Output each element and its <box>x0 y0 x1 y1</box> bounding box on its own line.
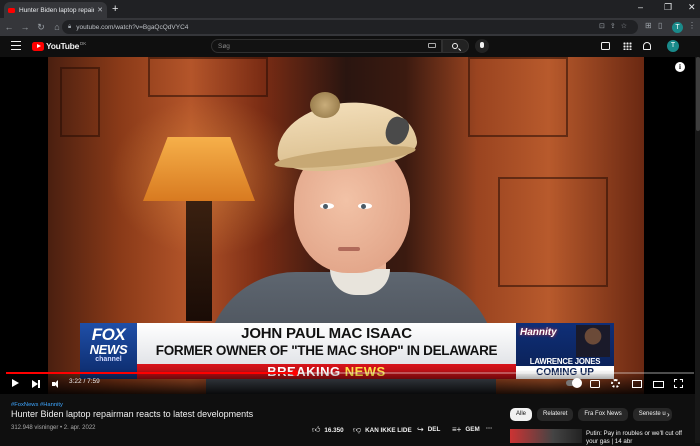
chip-recent[interactable]: Seneste u <box>632 408 672 421</box>
search-button[interactable] <box>442 39 469 53</box>
person-eye <box>358 203 372 209</box>
chip-all[interactable]: Alle <box>510 408 533 421</box>
wall-panel <box>498 177 608 287</box>
scrubber-handle[interactable] <box>291 370 298 376</box>
lamp-base <box>186 201 212 321</box>
country-code: DK <box>80 40 87 46</box>
show-host: LAWRENCE JONES <box>529 357 601 366</box>
voice-search-mic-icon[interactable] <box>475 39 489 53</box>
wall-panel <box>468 57 568 137</box>
view-count-date: 312.948 visninger • 2. apr. 2022 <box>11 425 96 431</box>
dislike-button[interactable]: 👎︎ KAN IKKE LIDE <box>353 425 412 435</box>
browser-tab[interactable]: Hunter Biden laptop repairman r ✕ <box>4 2 107 18</box>
close-window-button[interactable]: ✕ <box>688 2 696 13</box>
volume-icon[interactable] <box>52 379 62 389</box>
youtube-play-logo-icon <box>32 41 44 51</box>
chip-related[interactable]: Relateret <box>537 408 574 421</box>
forward-arrow-icon[interactable]: → <box>18 22 32 32</box>
video-player[interactable]: FOX NEWS channel JOHN PAUL MAC ISAAC FOR… <box>0 57 700 394</box>
extensions-icon[interactable]: ⊞ <box>645 21 652 30</box>
more-actions-button[interactable]: ··· <box>486 425 492 432</box>
share-label: DEL <box>427 426 441 433</box>
progress-bar[interactable] <box>6 370 694 376</box>
minimize-button[interactable]: – <box>638 2 643 12</box>
scrollbar-thumb[interactable] <box>695 57 700 131</box>
page-scrollbar[interactable] <box>695 57 700 443</box>
logo-line-1: FOX <box>91 325 126 344</box>
youtube-favicon-icon <box>8 7 15 13</box>
person-eye <box>320 203 334 209</box>
close-tab-icon[interactable]: ✕ <box>97 6 103 14</box>
autoplay-toggle[interactable] <box>566 378 582 388</box>
lock-icon[interactable]: 🔒︎ <box>68 24 71 31</box>
progress-fill <box>6 372 295 374</box>
maximize-button[interactable]: ❐ <box>664 2 672 13</box>
apps-grid-icon[interactable] <box>623 42 632 50</box>
chyron-description: FORMER OWNER OF "THE MAC SHOP" IN DELAWA… <box>155 343 498 358</box>
info-icon[interactable]: i <box>675 62 685 72</box>
like-button[interactable]: 👍︎ 16.350 <box>312 425 344 435</box>
hat-pompom <box>310 92 340 118</box>
thumbs-down-icon: 👎︎ <box>353 425 362 434</box>
reload-icon[interactable]: ↻ <box>34 22 48 33</box>
address-bar[interactable]: 🔒︎ youtube.com/watch?v=BgaQcQdVYC4 ⊡⇪☆ <box>62 20 638 34</box>
save-button[interactable]: ≡+ GEM <box>452 425 480 434</box>
chevron-right-icon[interactable]: › <box>667 410 670 419</box>
notifications-bell-icon[interactable] <box>643 42 651 50</box>
share-icon: ↪ <box>417 425 424 434</box>
youtube-wordmark: YouTube <box>46 41 79 51</box>
youtube-logo[interactable]: YouTube DK <box>32 41 86 51</box>
filter-chips: Alle Relateret Fra Fox News Seneste u <box>510 408 672 421</box>
address-bar-actions[interactable]: ⊡⇪☆ <box>599 22 632 30</box>
new-tab-button[interactable]: + <box>112 3 118 15</box>
play-icon[interactable] <box>12 379 19 387</box>
miniplayer-icon[interactable] <box>632 380 642 388</box>
browser-tabstrip: Hunter Biden laptop repairman r ✕ + – ❐ … <box>0 0 700 18</box>
time-display: 3:22 / 7:59 <box>69 378 100 385</box>
search-placeholder: Søg <box>218 42 230 50</box>
theater-mode-icon[interactable] <box>653 381 664 388</box>
person-mouth <box>338 247 360 251</box>
hashtags[interactable]: #FoxNews #Hannity <box>11 402 63 408</box>
wall-panel <box>60 67 100 137</box>
search-icon <box>452 42 458 49</box>
back-arrow-icon[interactable]: ← <box>2 22 16 32</box>
logo-line-2: NEWS <box>89 342 128 357</box>
subtitles-icon[interactable] <box>590 380 600 388</box>
chyron-name: JOHN PAUL MAC ISAAC <box>241 325 412 342</box>
dislike-label: KAN IKKE LIDE <box>365 426 412 434</box>
youtube-masthead: YouTube DK Søg T <box>0 36 700 57</box>
menu-icon[interactable] <box>11 41 21 52</box>
show-brand: Hannity <box>520 327 557 338</box>
settings-gear-icon[interactable] <box>611 379 620 388</box>
recommended-thumbnail[interactable] <box>510 429 582 443</box>
save-label: GEM <box>465 426 480 433</box>
recommended-title[interactable]: Putin: Pay in roubles or we'll cut off y… <box>586 430 691 446</box>
keyboard-icon[interactable] <box>428 43 436 48</box>
logo-line-3: channel <box>95 356 122 363</box>
like-count: 16.350 <box>324 426 344 434</box>
browser-profile-avatar[interactable]: T <box>672 22 683 33</box>
browser-menu-icon[interactable]: ⋮ <box>688 21 696 30</box>
chip-from-fox-news[interactable]: Fra Fox News <box>578 408 628 421</box>
thumbs-up-icon: 👍︎ <box>312 425 321 434</box>
host-photo <box>576 325 610 357</box>
more-label: ··· <box>486 425 493 432</box>
share-button[interactable]: ↪ DEL <box>417 425 440 434</box>
wall-panel <box>148 57 268 97</box>
url-text: youtube.com/watch?v=BgaQcQdVYC4 <box>76 23 189 31</box>
next-icon[interactable] <box>32 379 41 389</box>
account-avatar[interactable]: T <box>667 40 679 52</box>
sidepanel-icon[interactable]: ▯ <box>658 21 662 30</box>
save-playlist-icon: ≡+ <box>452 425 462 434</box>
chyron-text-box: JOHN PAUL MAC ISAAC FORMER OWNER OF "THE… <box>137 323 516 364</box>
browser-toolbar: ← → ↻ ⌂ 🔒︎ youtube.com/watch?v=BgaQcQdVY… <box>0 18 700 36</box>
search-input[interactable]: Søg <box>211 39 442 53</box>
create-video-icon[interactable] <box>601 42 610 50</box>
video-title: Hunter Biden laptop repairman reacts to … <box>11 409 254 419</box>
tab-title: Hunter Biden laptop repairman r <box>19 6 95 14</box>
